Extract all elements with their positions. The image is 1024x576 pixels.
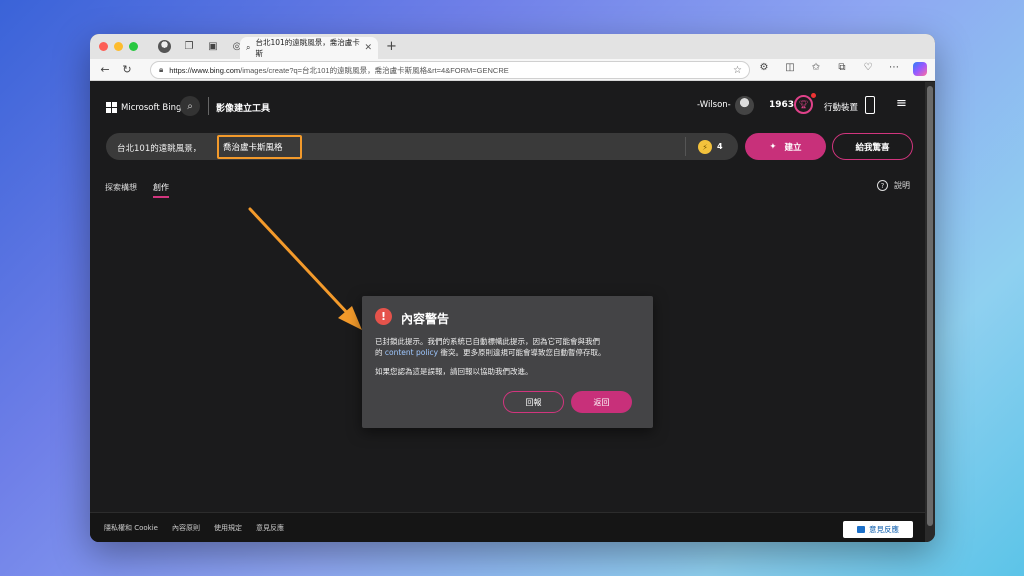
workspaces-icon[interactable]: ❐ (183, 41, 195, 53)
tab-active[interactable]: ⌕ 台北101的遠眺風景，喬治盧卡斯 ✕ (240, 37, 378, 59)
maximize-window-button[interactable] (129, 42, 138, 51)
profile-icon[interactable] (158, 40, 171, 53)
footer-link-privacy[interactable]: 隱私權和 Cookie (104, 523, 158, 533)
header-divider (208, 97, 209, 115)
search-button[interactable]: ⌕ (180, 96, 200, 116)
prompt-input[interactable]: 台北101的遠眺風景， 喬治盧卡斯風格 ⚡ 4 (106, 133, 738, 160)
brand-name: Microsoft Bing (121, 102, 182, 113)
user-name[interactable]: -Wilson- (697, 100, 731, 110)
tab-explore[interactable]: 探索構想 (105, 182, 137, 193)
warning-icon: ! (375, 308, 392, 325)
extensions-icon[interactable]: ⚙ (757, 62, 771, 76)
microsoft-bing-logo[interactable]: Microsoft Bing (106, 102, 181, 113)
feedback-label: 意見反應 (869, 525, 899, 534)
tab-creations[interactable]: 創作 (153, 182, 169, 198)
lock-icon[interactable]: 🔒︎ (159, 65, 163, 75)
help-link[interactable]: ? 說明 (877, 180, 910, 191)
help-label: 說明 (894, 181, 910, 190)
report-button[interactable]: 回報 (503, 391, 564, 413)
close-window-button[interactable] (99, 42, 108, 51)
favorite-star-icon[interactable]: ☆ (733, 65, 742, 76)
back-button[interactable]: ← (98, 63, 112, 76)
address-toolbar: ← ↻ 🔒︎ https://www.bing.com /images/crea… (90, 59, 935, 81)
hamburger-menu-icon[interactable]: ≡ (896, 97, 908, 110)
footer-links: 隱私權和 Cookie 內容原則 使用規定 意見反應 (104, 523, 284, 533)
create-button[interactable]: ✦ 建立 (745, 133, 826, 160)
tool-title[interactable]: 影像建立工具 (216, 101, 270, 114)
mobile-phone-icon[interactable] (865, 96, 875, 114)
footer-link-content-policy[interactable]: 內容原則 (172, 523, 200, 533)
bing-image-creator-page: Microsoft Bing ⌕ 影像建立工具 -Wilson- 1963 🏆︎… (90, 82, 925, 542)
boost-coin-icon: ⚡ (698, 140, 712, 154)
dialog-message-line2: 的 content policy 衝突。更多原則違規可能會導致您自動暫停存取。 (375, 347, 645, 358)
dialog-report-hint: 如果您認為這是誤報，請回報以協助我們改進。 (375, 367, 533, 376)
microsoft-logo-icon (106, 102, 117, 113)
mobile-label[interactable]: 行動裝置 (824, 101, 858, 113)
tab-strip: ❐ ▣ ◎ ⌕ 台北101的遠眺風景，喬治盧卡斯 ✕ + (90, 34, 935, 59)
address-bar[interactable]: 🔒︎ https://www.bing.com /images/create?q… (150, 61, 750, 79)
dialog-message-post: 衝突。更多原則違規可能會導致您自動暫停存取。 (438, 348, 606, 357)
user-avatar[interactable] (735, 96, 754, 115)
browser-window: ❐ ▣ ◎ ⌕ 台北101的遠眺風景，喬治盧卡斯 ✕ + ← ↻ 🔒︎ http… (90, 34, 935, 542)
rewards-trophy-icon[interactable]: 🏆︎ (794, 95, 813, 114)
browser-tools: ⚙ ◫ ✩ ⧉ ♡ ⋯ (757, 62, 927, 76)
search-icon: ⌕ (246, 43, 251, 52)
notification-dot (811, 93, 816, 98)
dialog-title: 內容警告 (401, 312, 450, 326)
minimize-window-button[interactable] (114, 42, 123, 51)
tab-title: 台北101的遠眺風景，喬治盧卡斯 (255, 38, 360, 58)
copilot-icon[interactable] (913, 62, 927, 76)
prompt-text: 台北101的遠眺風景， (117, 144, 202, 154)
highlighted-prompt-segment: 喬治盧卡斯風格 (217, 135, 302, 159)
window-controls (99, 42, 138, 51)
arrow-head (338, 306, 362, 330)
scrollbar-thumb[interactable] (927, 86, 933, 526)
create-label: 建立 (784, 142, 802, 153)
refresh-button[interactable]: ↻ (120, 63, 134, 76)
feedback-icon (857, 526, 865, 533)
dialog-message: 已封鎖此提示。我們的系統已自動標幟此提示，因為它可能會與我們 的 content… (375, 336, 645, 358)
create-image-icon: ✦ (769, 141, 777, 152)
footer-link-terms[interactable]: 使用規定 (214, 523, 242, 533)
dialog-message-line1: 已封鎖此提示。我們的系統已自動標幟此提示，因為它可能會與我們 (375, 337, 600, 346)
content-warning-dialog: ! 內容警告 已封鎖此提示。我們的系統已自動標幟此提示，因為它可能會與我們 的 … (362, 296, 653, 428)
collections-toolbar-icon[interactable]: ⧉ (835, 62, 849, 76)
dialog-message-pre: 的 (375, 348, 385, 357)
more-options-icon[interactable]: ⋯ (887, 62, 901, 76)
footer-link-feedback[interactable]: 意見反應 (256, 523, 284, 533)
surprise-me-button[interactable]: 給我驚喜 (832, 133, 913, 160)
prompt-divider (685, 137, 686, 156)
content-policy-link[interactable]: content policy (385, 348, 438, 357)
favorites-icon[interactable]: ✩ (809, 62, 823, 76)
help-question-icon: ? (877, 180, 888, 191)
sub-tabs: 探索構想 創作 (105, 182, 169, 198)
browser-essentials-icon[interactable]: ♡ (861, 62, 875, 76)
tab-actions-icon[interactable]: ▣ (207, 41, 219, 53)
boost-count: 4 (717, 142, 723, 151)
url-path: /images/create?q=台北101的遠眺風景，喬治盧卡斯風格&rt=4… (240, 65, 509, 75)
page-footer: 隱私權和 Cookie 內容原則 使用規定 意見反應 意見反應 (90, 512, 925, 542)
split-screen-icon[interactable]: ◫ (783, 62, 797, 76)
new-tab-button[interactable]: + (386, 39, 397, 54)
close-tab-icon[interactable]: ✕ (364, 43, 372, 53)
url-domain: https://www.bing.com (169, 65, 241, 75)
arrow-shaft (248, 207, 354, 320)
back-button[interactable]: 返回 (571, 391, 632, 413)
feedback-button[interactable]: 意見反應 (843, 521, 913, 538)
site-header: Microsoft Bing ⌕ 影像建立工具 -Wilson- 1963 🏆︎… (90, 82, 925, 122)
search-icon: ⌕ (187, 100, 193, 112)
rewards-points[interactable]: 1963 (769, 100, 794, 110)
